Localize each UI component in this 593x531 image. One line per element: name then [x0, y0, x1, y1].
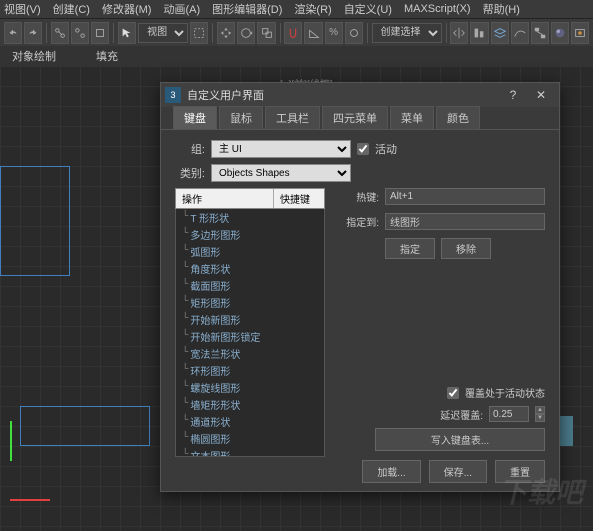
- category-dropdown[interactable]: Objects Shapes: [211, 164, 351, 182]
- action-item[interactable]: └环形图形: [176, 362, 324, 379]
- action-item[interactable]: └T 形形状: [176, 209, 324, 226]
- tab-colors[interactable]: 颜色: [436, 106, 480, 129]
- override-active-checkbox[interactable]: [447, 387, 459, 399]
- remove-button[interactable]: 移除: [441, 238, 491, 259]
- subbar-populate[interactable]: 填充: [96, 48, 118, 64]
- action-item[interactable]: └多边形图形: [176, 226, 324, 243]
- axis-x: [10, 499, 50, 501]
- assigned-to-field: [385, 213, 545, 230]
- mirror-icon[interactable]: [450, 22, 468, 44]
- select-rect-icon[interactable]: [190, 22, 208, 44]
- app-icon: 3: [165, 87, 181, 103]
- assign-button[interactable]: 指定: [385, 238, 435, 259]
- bind-icon[interactable]: [91, 22, 109, 44]
- delay-override-spinner[interactable]: [489, 406, 529, 422]
- action-item[interactable]: └矩形图形: [176, 294, 324, 311]
- percent-snap-icon[interactable]: %: [325, 22, 343, 44]
- action-item[interactable]: └开始新图形锁定: [176, 328, 324, 345]
- menu-rendering[interactable]: 渲染(R): [294, 1, 331, 17]
- menu-modifiers[interactable]: 修改器(M): [102, 1, 152, 17]
- unlink-icon[interactable]: [71, 22, 89, 44]
- render-setup-icon[interactable]: [571, 22, 589, 44]
- override-active-label: 覆盖处于活动状态: [465, 385, 545, 400]
- menu-animation[interactable]: 动画(A): [163, 1, 200, 17]
- named-selection-dropdown[interactable]: 创建选择集: [372, 23, 442, 43]
- move-icon[interactable]: [217, 22, 235, 44]
- redo-icon[interactable]: [24, 22, 42, 44]
- menu-customize[interactable]: 自定义(U): [344, 1, 392, 17]
- tab-keyboard[interactable]: 键盘: [173, 106, 217, 129]
- dialog-tabs: 键盘 鼠标 工具栏 四元菜单 菜单 颜色: [161, 107, 559, 129]
- save-button[interactable]: 保存...: [429, 460, 487, 483]
- action-item[interactable]: └开始新图形: [176, 311, 324, 328]
- write-keyboard-chart-button[interactable]: 写入键盘表...: [375, 428, 545, 451]
- tab-menus[interactable]: 菜单: [390, 106, 434, 129]
- layers-icon[interactable]: [491, 22, 509, 44]
- action-item[interactable]: └墙矩形形状: [176, 396, 324, 413]
- active-checkbox-label: 活动: [375, 141, 397, 157]
- action-item[interactable]: └文本图形: [176, 447, 324, 457]
- ribbon-subbar: 对象绘制 填充: [0, 46, 593, 66]
- close-button[interactable]: ✕: [527, 85, 555, 105]
- assigned-to-label: 指定到:: [335, 214, 379, 229]
- snap-icon[interactable]: [284, 22, 302, 44]
- tab-toolbars[interactable]: 工具栏: [265, 106, 320, 129]
- tab-quads[interactable]: 四元菜单: [322, 106, 388, 129]
- dialog-title: 自定义用户界面: [187, 87, 264, 103]
- hotkey-label: 热键:: [335, 189, 379, 204]
- main-toolbar: 视图 % 创建选择集: [0, 18, 593, 46]
- menu-create[interactable]: 创建(C): [53, 1, 90, 17]
- action-list-header: 操作 快捷键: [175, 188, 325, 209]
- scale-icon[interactable]: [257, 22, 275, 44]
- dialog-titlebar[interactable]: 3 自定义用户界面 ? ✕: [161, 83, 559, 107]
- action-list[interactable]: └T 形形状└多边形图形└弧图形└角度形状└截面图形└矩形图形└开始新图形└开始…: [175, 209, 325, 457]
- angle-snap-icon[interactable]: [304, 22, 322, 44]
- spinner-up-icon[interactable]: ▲: [535, 406, 545, 414]
- schematic-icon[interactable]: [531, 22, 549, 44]
- customize-ui-dialog: 3 自定义用户界面 ? ✕ 键盘 鼠标 工具栏 四元菜单 菜单 颜色 组: 主 …: [160, 82, 560, 492]
- selection-filter-dropdown[interactable]: 视图: [138, 23, 188, 43]
- align-icon[interactable]: [470, 22, 488, 44]
- category-label: 类别:: [175, 165, 205, 181]
- load-button[interactable]: 加载...: [362, 460, 420, 483]
- group-label: 组:: [175, 141, 205, 157]
- material-editor-icon[interactable]: [551, 22, 569, 44]
- header-action[interactable]: 操作: [176, 189, 274, 208]
- axis-y: [10, 421, 12, 461]
- header-shortcut[interactable]: 快捷键: [274, 189, 324, 208]
- action-item[interactable]: └螺旋线图形: [176, 379, 324, 396]
- reset-button[interactable]: 重置: [495, 460, 545, 483]
- menu-help[interactable]: 帮助(H): [483, 1, 520, 17]
- subbar-object-paint[interactable]: 对象绘制: [12, 48, 56, 64]
- link-icon[interactable]: [51, 22, 69, 44]
- spinner-snap-icon[interactable]: [345, 22, 363, 44]
- rotate-icon[interactable]: [237, 22, 255, 44]
- action-item[interactable]: └通道形状: [176, 413, 324, 430]
- tab-mouse[interactable]: 鼠标: [219, 106, 263, 129]
- action-item[interactable]: └椭圆图形: [176, 430, 324, 447]
- main-menubar: 视图(V) 创建(C) 修改器(M) 动画(A) 图形编辑器(D) 渲染(R) …: [0, 0, 593, 18]
- action-item[interactable]: └弧图形: [176, 243, 324, 260]
- action-item[interactable]: └截面图形: [176, 277, 324, 294]
- menu-maxscript[interactable]: MAXScript(X): [404, 3, 471, 15]
- select-icon[interactable]: [118, 22, 136, 44]
- action-item[interactable]: └角度形状: [176, 260, 324, 277]
- help-button[interactable]: ?: [499, 85, 527, 105]
- menu-grapheditors[interactable]: 图形编辑器(D): [212, 1, 282, 17]
- menu-view[interactable]: 视图(V): [4, 1, 41, 17]
- hotkey-input[interactable]: [385, 188, 545, 205]
- delay-override-label: 延迟覆盖:: [440, 407, 483, 422]
- active-checkbox[interactable]: [357, 143, 369, 155]
- action-item[interactable]: └宽法兰形状: [176, 345, 324, 362]
- group-dropdown[interactable]: 主 UI: [211, 140, 351, 158]
- undo-icon[interactable]: [4, 22, 22, 44]
- spinner-down-icon[interactable]: ▼: [535, 414, 545, 422]
- curve-editor-icon[interactable]: [511, 22, 529, 44]
